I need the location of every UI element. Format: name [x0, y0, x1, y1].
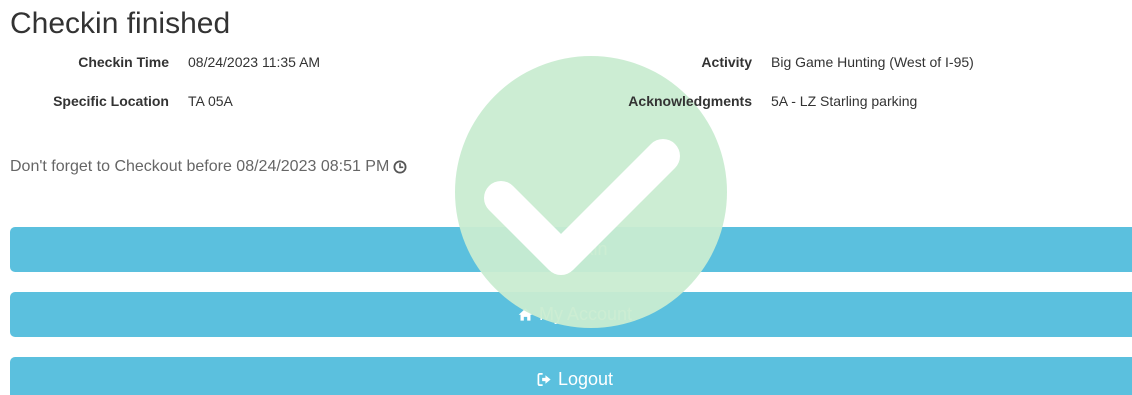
checkout-reminder: Don't forget to Checkout before 08/24/20… [10, 157, 407, 177]
clock-icon [393, 160, 407, 174]
specific-location-label: Specific Location [53, 93, 169, 109]
logout-button-label: Logout [557, 369, 614, 389]
my-account-button[interactable]: My Account [10, 292, 1132, 337]
acknowledgments-label: Acknowledgments [628, 93, 752, 109]
my-account-button-label: My Account [538, 304, 633, 324]
specific-location-value: TA 05A [188, 93, 233, 109]
checkin-time-value: 08/24/2023 11:35 AM [188, 54, 321, 70]
logout-button[interactable]: Logout [10, 357, 1132, 395]
checkin-button-label: Checkin [542, 239, 608, 259]
checkin-finished-page: Checkin finished Checkin Time 08/24/2023… [0, 0, 1132, 395]
logout-icon [537, 373, 551, 386]
checkin-time-label: Checkin Time [78, 54, 169, 70]
activity-label: Activity [701, 54, 752, 70]
checkout-reminder-text: Don't forget to Checkout before 08/24/20… [10, 158, 390, 175]
home-icon [518, 308, 533, 321]
acknowledgments-value: 5A - LZ Starling parking [771, 93, 918, 109]
page-title: Checkin finished [10, 7, 231, 40]
checkin-button[interactable]: Checkin [10, 227, 1132, 272]
activity-value: Big Game Hunting (West of I-95) [771, 54, 974, 70]
